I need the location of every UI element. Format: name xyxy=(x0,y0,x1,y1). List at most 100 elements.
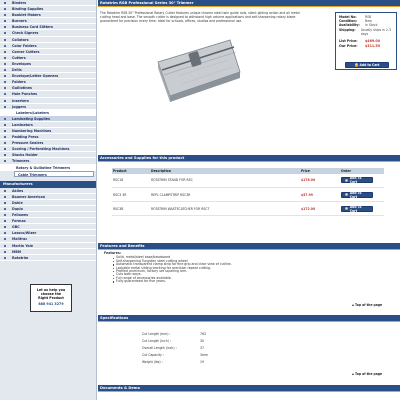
bullet-square-icon xyxy=(4,38,6,41)
specification-value: 763 xyxy=(200,332,206,336)
bullet-square-icon xyxy=(4,123,6,126)
documents-bar: Documents & Demo xyxy=(98,385,400,392)
plus-icon: + xyxy=(345,205,349,211)
top-of-page-label-2: Top of the page xyxy=(355,372,383,376)
our-price-value: $311.50 xyxy=(365,44,381,49)
sidebar-category-label: Envelopes xyxy=(12,61,31,66)
sidebar-manufacturer-label: Rotatrim xyxy=(12,255,29,260)
sidebar-manufacturer-label: Formax xyxy=(12,219,26,224)
specifications-list: Cut Length (mm) : 763 Cut Length (inch) : 3… xyxy=(142,331,208,366)
help-line-3: Right Product xyxy=(38,296,64,301)
sidebar-category-label: Binding Supplies xyxy=(12,7,44,12)
features-bar: Features and Benefits xyxy=(98,243,400,250)
up-arrow-icon xyxy=(352,304,354,306)
product-info-row: Shipping: Usually ships in 2-3 days xyxy=(339,28,393,36)
sidebar-category-label: Stacks Holder xyxy=(12,153,38,158)
sidebar-manufacturer-label: Duplo xyxy=(12,207,23,211)
accessory-add-to-cart-button[interactable]: + Add To Cart xyxy=(341,205,373,213)
accessory-add-to-cart-button[interactable]: + Add To Cart xyxy=(341,176,373,184)
product-info-rows: Model No: RSB Condition: New Availability: In… xyxy=(339,15,393,36)
sidebar-category-label: Color Folders xyxy=(12,43,37,48)
bullet-square-icon xyxy=(4,44,6,47)
sidebar-category-label: Burners xyxy=(12,19,27,24)
specification-key: Cut Capacity : xyxy=(142,353,164,357)
sidebar-manufacturer-label: Mailtrac xyxy=(12,237,28,242)
help-box[interactable]: Let us help you choose the Right Product… xyxy=(30,284,72,312)
sidebar-category-label: Drills xyxy=(12,68,22,73)
bullet-square-icon xyxy=(4,250,6,253)
specification-key: Cut Length (mm) : xyxy=(142,332,171,336)
accessory-description: REPL CLAMPSTRIP RSC3R xyxy=(150,187,300,202)
sidebar-category-label: Cutters xyxy=(12,55,26,60)
specification-key: Overall Length (inch) : xyxy=(142,346,177,350)
sidebar: Binders Binding Supplies Booklet Makers Bur… xyxy=(0,0,97,400)
rotary-trimmer-image xyxy=(157,39,241,102)
accessories-heading: Accessories and Supplies for this produc… xyxy=(100,156,185,160)
accessory-price: $172.00 xyxy=(300,201,340,216)
our-price-row: Our Price: $311.50 xyxy=(339,44,393,49)
accessory-add-to-cart-button[interactable]: + Add To Cart xyxy=(341,191,373,199)
specification-key: Weight (lbs) : xyxy=(142,360,163,364)
add-to-cart-button[interactable]: + Add to Cart xyxy=(345,62,389,68)
our-price-label: Our Price: xyxy=(339,44,358,49)
list-price-row: List Price: $469.00 xyxy=(339,39,393,44)
sidebar-category-label: Folders xyxy=(12,80,26,85)
top-of-page-link-2[interactable]: Top of the page xyxy=(352,372,382,376)
sidebar-manufacturer-item[interactable]: Rotatrim xyxy=(0,255,96,261)
bullet-square-icon xyxy=(4,129,6,132)
bullet-square-icon xyxy=(4,189,6,192)
plus-icon: + xyxy=(345,177,349,182)
bullet-square-icon xyxy=(4,160,6,163)
sidebar-category-label: Padding Press xyxy=(12,135,39,140)
bullet-square-icon xyxy=(4,195,6,198)
sidebar-category-label: Numbering Machines xyxy=(12,128,52,133)
product-description: The Rotatrim RSB 30" Professional Rotary… xyxy=(100,11,300,23)
bullet-square-icon xyxy=(4,26,6,29)
accessory-price: $37.99 xyxy=(300,187,340,202)
sidebar-category-item[interactable]: Cable Trimmers xyxy=(14,170,94,177)
specification-value: 3mm xyxy=(200,353,208,357)
sidebar-manufacturer-label: Baumer American xyxy=(12,194,46,199)
documents-bar-label: Documents & Demo xyxy=(100,386,141,390)
accessory-description: ROTATRIM WASTECATCHER FOR RSCT xyxy=(150,201,300,216)
sidebar-category-label: Laminators xyxy=(12,122,33,127)
accessory-order-cell: + Add To Cart xyxy=(340,201,384,216)
sidebar-category-label: Laminating Supplies xyxy=(12,116,50,121)
bullet-square-icon xyxy=(4,99,6,102)
bullet-square-icon xyxy=(4,32,6,35)
bullet-square-icon xyxy=(4,75,6,78)
sidebar-category-label: Booklet Makers xyxy=(12,13,41,18)
list-price-value: $469.00 xyxy=(365,39,381,44)
sidebar-category-label: Business Card Slitters xyxy=(12,25,53,30)
sidebar-manufacturer-label: Fellowes xyxy=(12,213,29,218)
sidebar-manufacturer-label: GBC xyxy=(12,225,20,230)
top-of-page-link-1[interactable]: Top of the page xyxy=(352,303,382,307)
sidebar-category-label: Trimmers xyxy=(12,159,30,164)
bullet-square-icon xyxy=(4,62,6,65)
sidebar-category-label: Cable Trimmers xyxy=(18,172,47,177)
accessory-row: RSC3 3R REPL CLAMPSTRIP RSC3R $37.99 + Add T… xyxy=(112,187,384,202)
bullet-square-icon xyxy=(4,244,6,247)
bullet-square-icon xyxy=(4,20,6,23)
specification-row: Weight (lbs) : 19 xyxy=(142,359,208,366)
product-info-value: Usually ships in 2-3 days xyxy=(360,27,391,36)
bullet-square-icon xyxy=(4,8,6,11)
specifications-bar: Specifications xyxy=(98,315,400,322)
accessory-description: ROTATRIM STAND FOR RSC xyxy=(150,173,300,188)
top-of-page-label-1: Top of the page xyxy=(355,303,383,307)
bullet-square-icon xyxy=(4,220,6,223)
sidebar-category-label: Scoring / Perforating Machines xyxy=(12,147,70,152)
accessory-price: $178.00 xyxy=(300,173,340,188)
accessory-row: RSC3B ROTATRIM WASTECATCHER FOR RSCT $172.… xyxy=(112,201,384,216)
sidebar-manufacturer-label: Akiles xyxy=(12,188,24,193)
sidebar-category-label: Collators xyxy=(12,37,29,42)
bullet-square-icon xyxy=(4,105,6,108)
bullet-square-icon xyxy=(4,87,6,90)
specification-row: Cut Length (inch) : 30 xyxy=(142,338,208,345)
accessory-row: RSC18 ROTATRIM STAND FOR RSC $178.00 + Add T… xyxy=(112,173,384,188)
specification-value: 30 xyxy=(200,339,204,343)
accessory-order-cell: + Add To Cart xyxy=(340,187,384,202)
bullet-square-icon xyxy=(4,142,6,145)
specification-value: 37 xyxy=(200,346,204,350)
sidebar-category-label: Binders xyxy=(12,1,27,5)
